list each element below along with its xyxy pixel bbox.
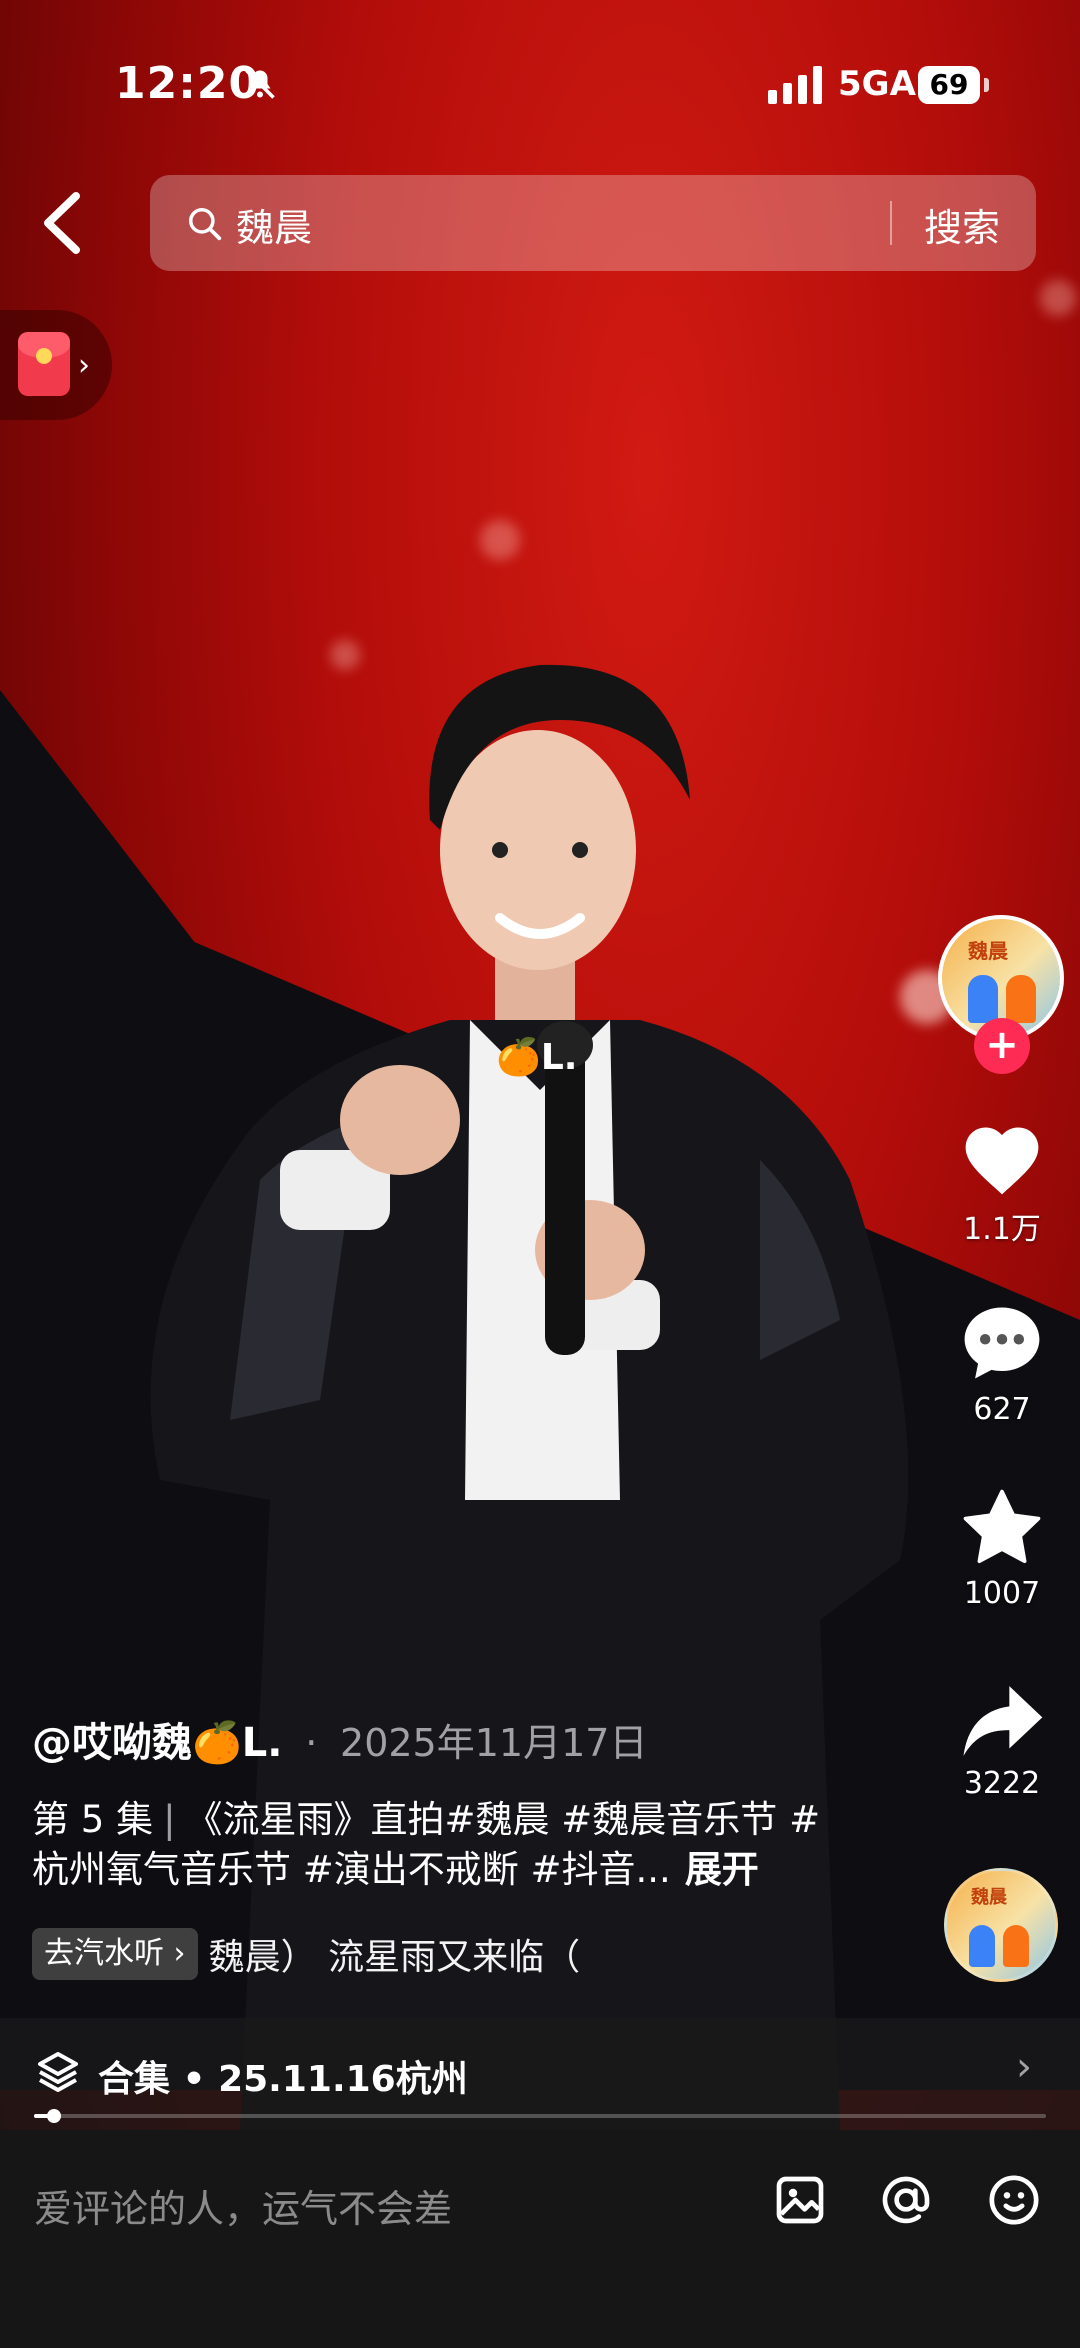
red-packet-icon bbox=[18, 332, 70, 396]
avatar-figure bbox=[1006, 975, 1036, 1023]
search-button[interactable]: 搜索 bbox=[924, 197, 1000, 252]
red-packet-widget[interactable]: › bbox=[0, 310, 112, 420]
back-icon[interactable] bbox=[36, 190, 88, 256]
lyric-row: 去汽水听 › 魏晨） 流星雨又来临（ bbox=[32, 1928, 580, 1980]
comment-button[interactable]: 627 bbox=[940, 1300, 1064, 1427]
chevron-right-icon: › bbox=[78, 348, 90, 383]
lyric-text: 魏晨） 流星雨又来临（ bbox=[208, 1937, 581, 1978]
avatar-figure bbox=[968, 975, 998, 1023]
battery-level: 69 bbox=[918, 66, 980, 104]
image-icon[interactable] bbox=[772, 2172, 828, 2228]
layers-icon bbox=[38, 2052, 78, 2092]
video-progress-bar[interactable] bbox=[34, 2109, 1046, 2123]
like-count: 1.1万 bbox=[963, 1212, 1041, 1247]
comment-input[interactable]: 爱评论的人，运气不会差 bbox=[34, 2178, 452, 2233]
emoji-icon[interactable] bbox=[986, 2172, 1042, 2228]
search-divider bbox=[890, 201, 892, 245]
author-line: @哎呦魏🍊L. · 2025年11月17日 bbox=[32, 1710, 647, 1768]
mute-icon bbox=[245, 69, 275, 99]
signal-icon bbox=[768, 66, 822, 104]
search-bar[interactable]: 魏晨 搜索 bbox=[150, 175, 1036, 271]
chevron-right-icon: › bbox=[164, 1936, 186, 1971]
share-button[interactable]: 3222 bbox=[940, 1682, 1064, 1801]
music-disc-icon[interactable]: 魏晨 bbox=[944, 1868, 1058, 1982]
comment-icon bbox=[964, 1307, 1040, 1379]
search-icon bbox=[189, 208, 222, 241]
battery-tip bbox=[984, 78, 989, 92]
expand-button[interactable]: 展开 bbox=[685, 1848, 759, 1891]
status-bar: 12:20 5GA 69 bbox=[0, 0, 1080, 170]
share-count: 3222 bbox=[963, 1766, 1041, 1801]
post-date: 2025年11月17日 bbox=[340, 1721, 648, 1765]
chevron-right-icon: › bbox=[1016, 2044, 1032, 2090]
heart-icon bbox=[965, 1127, 1039, 1195]
comment-count: 627 bbox=[973, 1392, 1031, 1427]
date-separator: · bbox=[305, 1721, 318, 1765]
video-description[interactable]: 第 5 集 | 《流星雨》直拍#魏晨 #魏晨音乐节 #杭州氧气音乐节 #演出不戒断 … bbox=[32, 1795, 832, 1895]
favorite-count: 1007 bbox=[963, 1576, 1041, 1611]
favorite-button[interactable]: 1007 bbox=[940, 1486, 1064, 1611]
at-icon[interactable] bbox=[878, 2172, 934, 2228]
star-icon bbox=[963, 1489, 1041, 1564]
music-disc-figure bbox=[1003, 1925, 1029, 1967]
plus-icon[interactable]: + bbox=[974, 1018, 1030, 1074]
network-type: 5GA bbox=[838, 64, 916, 104]
avatar-label: 魏晨 bbox=[968, 939, 1008, 963]
episode-label: 第 5 集 bbox=[32, 1798, 154, 1841]
like-button[interactable]: 1.1万 bbox=[940, 1118, 1064, 1248]
search-input[interactable]: 魏晨 bbox=[236, 197, 312, 252]
listen-chip-label: 去汽水听 bbox=[44, 1936, 164, 1971]
listen-chip[interactable]: 去汽水听 › bbox=[32, 1928, 198, 1980]
share-icon bbox=[963, 1686, 1043, 1756]
episode-separator: | bbox=[163, 1798, 176, 1841]
author-name[interactable]: @哎呦魏🍊L. bbox=[32, 1720, 283, 1766]
collection-label: 合集 • 25.11.16杭州 bbox=[98, 2059, 468, 2100]
video-screen: 🍊L. 12:20 5GA 69 魏晨 搜索 › 魏晨 + 1.1万 627 1… bbox=[0, 0, 1080, 2348]
comment-bar: 爱评论的人，运气不会差 bbox=[0, 2130, 1080, 2348]
music-disc-label: 魏晨 bbox=[971, 1887, 1007, 1908]
status-time: 12:20 bbox=[115, 58, 261, 109]
overlay-tag: 🍊L. bbox=[496, 1037, 578, 1078]
music-disc-figure bbox=[969, 1925, 995, 1967]
